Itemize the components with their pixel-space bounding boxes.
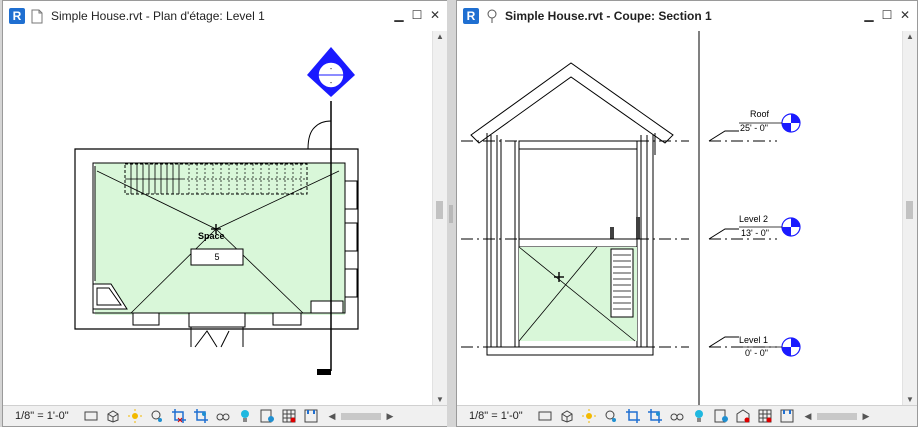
temporary-view-properties-icon[interactable]: [713, 408, 729, 424]
temporary-hide-icon[interactable]: [669, 408, 685, 424]
reveal-hidden-icon[interactable]: [237, 408, 253, 424]
level-elevation-roof[interactable]: 25' - 0": [740, 123, 768, 133]
revit-app-icon: R: [9, 8, 25, 24]
view-splitter[interactable]: [447, 0, 455, 427]
maximize-icon[interactable]: ☐: [409, 7, 425, 23]
floor-plan-title: Simple House.rvt - Plan d'étage: Level 1: [51, 9, 265, 23]
section-title: Simple House.rvt - Coupe: Section 1: [505, 9, 712, 23]
shadows-icon[interactable]: [603, 408, 619, 424]
close-icon[interactable]: ✕: [427, 7, 443, 23]
floor-plan-drawing: - -: [74, 47, 359, 375]
sun-path-icon[interactable]: [127, 408, 143, 424]
revit-app-icon: R: [463, 8, 479, 24]
section-window[interactable]: R Simple House.rvt - Coupe: Section 1 ▁ …: [456, 0, 918, 427]
space-label[interactable]: Space: [198, 231, 225, 241]
crop-view-icon[interactable]: [625, 408, 641, 424]
document-icon: [31, 8, 45, 24]
scroll-thumb[interactable]: [436, 201, 443, 219]
level-name-level-2[interactable]: Level 2: [739, 214, 768, 224]
temporary-hide-icon[interactable]: [215, 408, 231, 424]
scroll-right-icon[interactable]: ▶: [385, 411, 395, 422]
scroll-thumb[interactable]: [906, 201, 913, 219]
section-drawing: [461, 31, 801, 408]
analytical-model-icon[interactable]: [735, 408, 751, 424]
sun-path-icon[interactable]: [581, 408, 597, 424]
detail-level-icon[interactable]: [83, 408, 99, 424]
show-crop-icon[interactable]: [647, 408, 663, 424]
temporary-view-properties-icon[interactable]: [259, 408, 275, 424]
view-scale[interactable]: 1/8" = 1'-0": [457, 410, 537, 422]
floor-plan-window[interactable]: R Simple House.rvt - Plan d'étage: Level…: [2, 0, 448, 427]
floor-plan-view-control-bar: 1/8" = 1'-0" ◀ ▶: [3, 405, 447, 426]
crop-view-icon[interactable]: [171, 408, 187, 424]
shadows-icon[interactable]: [149, 408, 165, 424]
reveal-hidden-icon[interactable]: [691, 408, 707, 424]
section-titlebar[interactable]: R Simple House.rvt - Coupe: Section 1 ▁ …: [457, 1, 917, 31]
scroll-left-icon[interactable]: ◀: [327, 411, 337, 422]
section-vertical-scrollbar[interactable]: ▲ ▼: [902, 31, 917, 406]
horizontal-scrollbar[interactable]: ◀ ▶: [803, 411, 871, 422]
scroll-thumb[interactable]: [817, 412, 857, 420]
scroll-up-icon[interactable]: ▲: [903, 31, 917, 43]
detail-level-icon[interactable]: [537, 408, 553, 424]
section-canvas[interactable]: Roof 25' - 0" Level 2 13' - 0" Level 1 0…: [457, 31, 903, 408]
worksharing-icon[interactable]: [281, 408, 297, 424]
splitter-grip[interactable]: [449, 205, 453, 223]
scroll-right-icon[interactable]: ▶: [861, 411, 871, 422]
level-elevation-level-1[interactable]: 0' - 0": [745, 348, 768, 358]
scroll-thumb[interactable]: [341, 412, 381, 420]
level-elevation-level-2[interactable]: 13' - 0": [741, 228, 769, 238]
level-name-roof[interactable]: Roof: [750, 109, 769, 119]
visual-style-icon[interactable]: [105, 408, 121, 424]
show-crop-icon[interactable]: [193, 408, 209, 424]
maximize-icon[interactable]: ☐: [879, 7, 895, 23]
floor-plan-vertical-scrollbar[interactable]: ▲ ▼: [432, 31, 447, 406]
floor-plan-titlebar[interactable]: R Simple House.rvt - Plan d'étage: Level…: [3, 1, 447, 31]
minimize-icon[interactable]: ▁: [391, 7, 407, 23]
close-icon[interactable]: ✕: [897, 7, 913, 23]
section-view-control-bar: 1/8" = 1'-0" ◀ ▶: [457, 405, 917, 426]
space-number[interactable]: 5: [191, 252, 243, 262]
scroll-up-icon[interactable]: ▲: [433, 31, 447, 43]
design-options-icon[interactable]: [779, 408, 795, 424]
visual-style-icon[interactable]: [559, 408, 575, 424]
worksharing-icon[interactable]: [757, 408, 773, 424]
design-options-icon[interactable]: [303, 408, 319, 424]
floor-plan-canvas[interactable]: - - Space 5: [3, 31, 433, 406]
view-scale[interactable]: 1/8" = 1'-0": [3, 410, 83, 422]
horizontal-scrollbar[interactable]: ◀ ▶: [327, 411, 395, 422]
level-name-level-1[interactable]: Level 1: [739, 335, 768, 345]
section-view-icon: [485, 8, 499, 24]
minimize-icon[interactable]: ▁: [861, 7, 877, 23]
scroll-left-icon[interactable]: ◀: [803, 411, 813, 422]
